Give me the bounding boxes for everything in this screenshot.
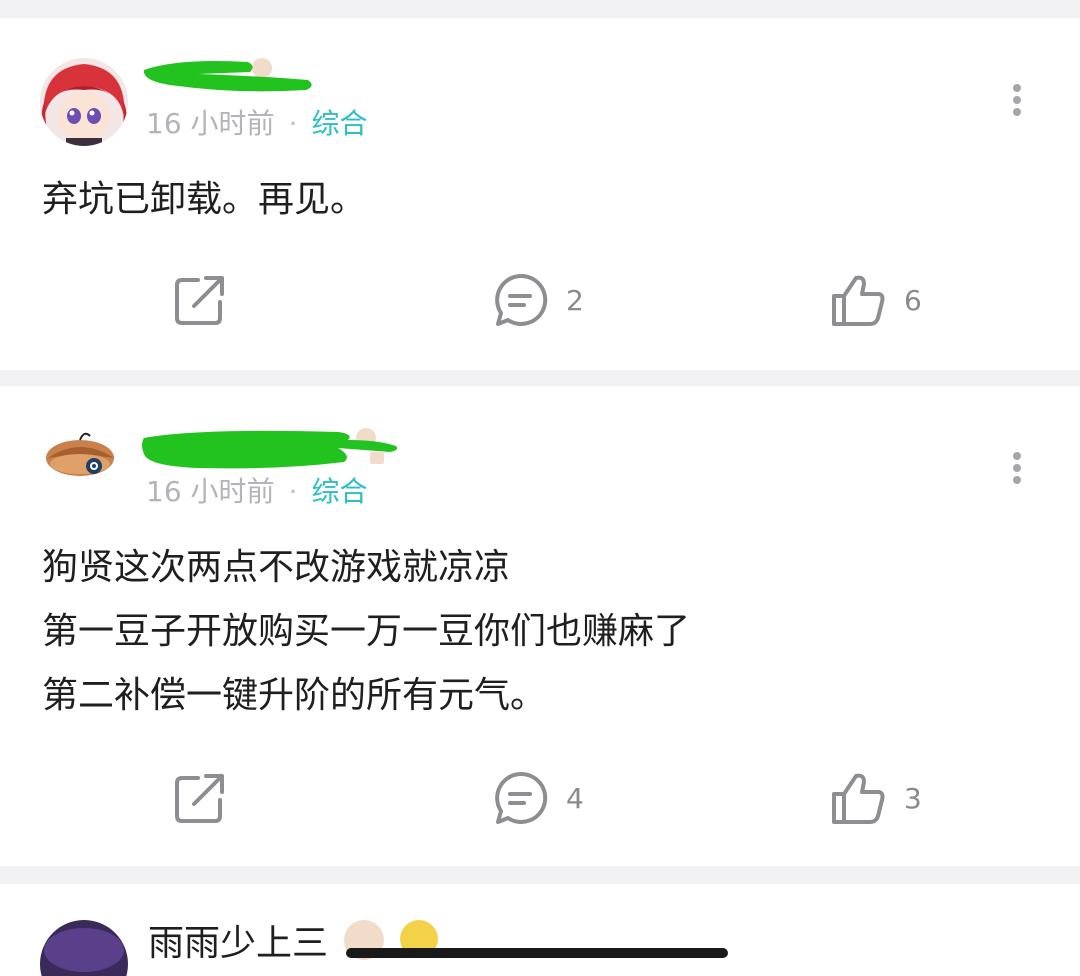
comment-button[interactable]: 2 — [492, 270, 584, 330]
like-count: 6 — [904, 283, 922, 317]
username-redacted[interactable] — [138, 54, 318, 102]
share-icon — [175, 276, 224, 325]
home-indicator[interactable] — [346, 948, 728, 958]
thumbs-up-icon — [832, 275, 885, 326]
like-button[interactable]: 3 — [830, 768, 922, 828]
post-meta: 16 小时前 · 综合 — [146, 472, 367, 512]
post-card[interactable]: 雨雨少上三 — [0, 884, 1080, 976]
post-content-line: 弃坑已卸载。再见。 — [42, 179, 367, 220]
post-content[interactable]: 狗贤这次两点不改游戏就凉凉 第一豆子开放购买一万一豆你们也赚麻了 第二补偿一键升… — [42, 536, 1022, 728]
category-tag[interactable]: 综合 — [311, 475, 367, 508]
post-content-line: 第二补偿一键升阶的所有元气。 — [42, 675, 547, 716]
like-count: 3 — [904, 781, 922, 815]
category-tag[interactable]: 综合 — [311, 107, 367, 140]
avatar[interactable] — [40, 58, 128, 146]
post-content-line: 狗贤这次两点不改游戏就凉凉 — [42, 547, 511, 588]
share-icon — [175, 774, 224, 823]
comment-icon — [495, 771, 548, 824]
avatar[interactable] — [40, 920, 128, 976]
post-card[interactable]: 16 小时前 · 综合 狗贤这次两点不改游戏就凉凉 第一豆子开放购买一万一豆你们也赚… — [0, 386, 1080, 866]
post-content[interactable]: 弃坑已卸载。再见。 — [42, 168, 1022, 232]
post-content-line: 第一豆子开放购买一万一豆你们也赚麻了 — [42, 611, 691, 652]
meta-separator: · — [288, 107, 298, 140]
post-time: 16 小时前 — [146, 475, 275, 508]
comment-icon — [495, 273, 548, 326]
thumbs-up-icon — [832, 773, 885, 824]
post-card[interactable]: 16 小时前 · 综合 弃坑已卸载。再见。 2 6 — [0, 18, 1080, 370]
more-options-icon[interactable] — [1006, 80, 1028, 120]
username[interactable]: 雨雨少上三 — [148, 914, 328, 966]
share-button[interactable] — [172, 768, 228, 828]
post-time: 16 小时前 — [146, 107, 275, 140]
post-meta: 16 小时前 · 综合 — [146, 104, 367, 144]
like-button[interactable]: 6 — [830, 270, 922, 330]
more-options-icon[interactable] — [1006, 448, 1028, 488]
avatar[interactable] — [40, 416, 128, 504]
meta-separator: · — [288, 475, 298, 508]
comment-count: 2 — [566, 283, 584, 317]
share-button[interactable] — [172, 270, 228, 330]
comment-button[interactable]: 4 — [492, 768, 584, 828]
comment-count: 4 — [566, 781, 584, 815]
